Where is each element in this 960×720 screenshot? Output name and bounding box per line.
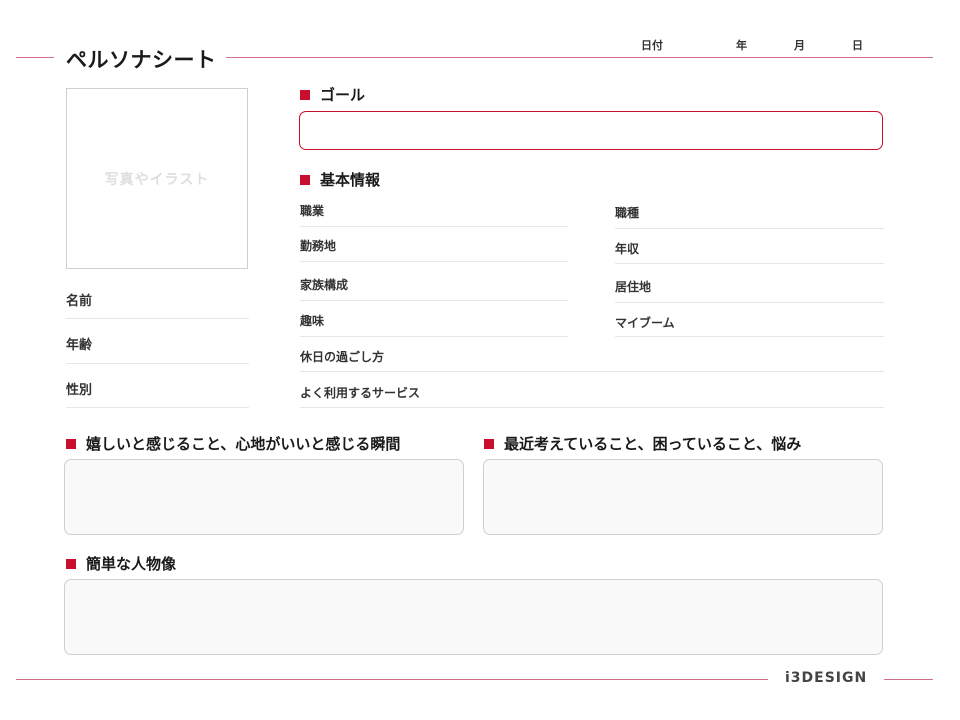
happy-heading: 嬉しいと感じること、心地がいいと感じる瞬間 — [66, 433, 400, 454]
basic-info-heading-text: 基本情報 — [320, 171, 381, 189]
footer-rule-left — [16, 679, 768, 680]
hobby-underline — [300, 336, 568, 337]
my-boom-label: マイブーム — [615, 316, 675, 330]
my-boom-underline — [615, 336, 884, 337]
job-type-underline — [615, 228, 884, 229]
name-underline — [66, 318, 249, 319]
worries-heading-text: 最近考えていること、困っていること、悩み — [504, 435, 802, 453]
heading-marker — [66, 438, 76, 449]
holiday-label: 休日の過ごし方 — [300, 350, 385, 364]
heading-marker — [300, 89, 310, 100]
residence-underline — [615, 302, 884, 303]
happy-heading-text: 嬉しいと感じること、心地がいいと感じる瞬間 — [86, 435, 401, 453]
goal-heading: ゴール — [300, 84, 365, 105]
gender-label: 性別 — [66, 383, 93, 398]
gender-underline — [66, 407, 249, 408]
date-label: 日付 — [641, 39, 663, 52]
occupation-label: 職業 — [300, 204, 325, 218]
hobby-label: 趣味 — [300, 314, 325, 328]
services-label: よく利用するサービス — [300, 386, 421, 400]
workplace-underline — [300, 261, 568, 262]
year-label: 年 — [736, 39, 747, 52]
photo-placeholder: 写真やイラスト — [104, 171, 210, 188]
goal-heading-text: ゴール — [320, 86, 366, 104]
services-underline — [300, 407, 884, 408]
job-type-label: 職種 — [615, 206, 640, 220]
month-label: 月 — [794, 39, 805, 52]
worries-textarea[interactable] — [483, 459, 883, 535]
persona-heading: 簡単な人物像 — [66, 553, 176, 574]
heading-marker — [484, 438, 494, 449]
income-label: 年収 — [615, 242, 640, 256]
photo-box[interactable]: 写真やイラスト — [66, 88, 248, 269]
goal-input[interactable] — [299, 111, 883, 150]
brand-logo: i3DESIGN — [785, 670, 868, 686]
header-rule-right — [226, 57, 933, 58]
age-underline — [66, 363, 249, 364]
heading-marker — [300, 174, 310, 185]
name-label: 名前 — [66, 294, 93, 309]
workplace-label: 勤務地 — [300, 239, 337, 253]
occupation-underline — [300, 226, 568, 227]
holiday-underline — [300, 371, 884, 372]
family-underline — [300, 300, 568, 301]
persona-textarea[interactable] — [64, 579, 883, 655]
family-label: 家族構成 — [300, 278, 349, 292]
header-rule-left — [16, 57, 54, 58]
day-label: 日 — [852, 39, 863, 52]
basic-info-heading: 基本情報 — [300, 169, 380, 190]
residence-label: 居住地 — [615, 280, 652, 294]
happy-textarea[interactable] — [64, 459, 464, 535]
income-underline — [615, 263, 884, 264]
page-title: ペルソナシート — [66, 48, 217, 72]
persona-heading-text: 簡単な人物像 — [86, 555, 177, 573]
age-label: 年齢 — [66, 338, 93, 353]
heading-marker — [66, 558, 76, 569]
worries-heading: 最近考えていること、困っていること、悩み — [484, 433, 801, 454]
footer-rule-right — [884, 679, 933, 680]
